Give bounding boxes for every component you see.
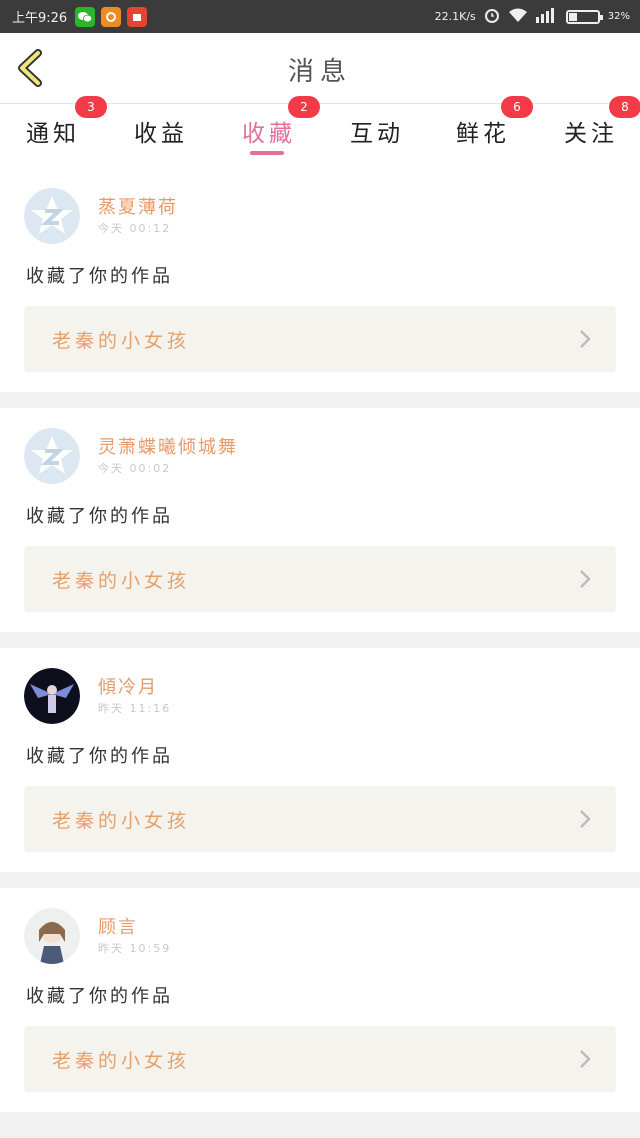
message-time: 今天 00:12 bbox=[98, 222, 172, 235]
username[interactable]: 灵萧蝶曦倾城舞 bbox=[98, 433, 238, 459]
app-icon bbox=[101, 6, 122, 27]
tab-badge: 8 bbox=[609, 96, 640, 118]
work-title: 老秦的小女孩 bbox=[52, 1050, 191, 1072]
tab-badge: 3 bbox=[75, 96, 107, 118]
battery-icon bbox=[565, 9, 603, 24]
tab-notifications[interactable]: 通知 bbox=[26, 114, 80, 148]
username[interactable]: 顾言 bbox=[98, 913, 138, 939]
work-link[interactable]: 老秦的小女孩 bbox=[24, 306, 616, 372]
tab-flowers[interactable]: 鲜花 bbox=[456, 114, 510, 148]
header: 消息 bbox=[0, 33, 640, 104]
work-link[interactable]: 老秦的小女孩 bbox=[24, 786, 616, 852]
tab-earnings[interactable]: 收益 bbox=[134, 114, 188, 148]
battery-percent: 32% bbox=[607, 11, 630, 22]
default-avatar-icon[interactable] bbox=[24, 428, 80, 484]
tab-bar: 通知 3 收益 收藏 2 互动 鲜花 6 关注 8 bbox=[0, 96, 640, 170]
work-title: 老秦的小女孩 bbox=[52, 330, 191, 352]
tab-badge: 2 bbox=[288, 96, 320, 118]
work-link[interactable]: 老秦的小女孩 bbox=[24, 546, 616, 612]
signal-icon bbox=[535, 7, 558, 27]
alarm-icon bbox=[484, 7, 500, 27]
app-icon bbox=[127, 6, 148, 27]
user-avatar[interactable] bbox=[24, 668, 80, 724]
tab-badge: 6 bbox=[501, 96, 533, 118]
chevron-right-icon bbox=[580, 330, 591, 348]
chevron-right-icon bbox=[580, 810, 591, 828]
message-action: 收藏了你的作品 bbox=[26, 746, 173, 767]
message-card[interactable]: 蒸夏薄荷 今天 00:12 收藏了你的作品 老秦的小女孩 bbox=[0, 168, 640, 392]
user-avatar[interactable] bbox=[24, 908, 80, 964]
chevron-right-icon bbox=[580, 570, 591, 588]
message-card[interactable]: 灵萧蝶曦倾城舞 今天 00:02 收藏了你的作品 老秦的小女孩 bbox=[0, 408, 640, 632]
status-time: 上午9:26 bbox=[12, 11, 68, 26]
work-title: 老秦的小女孩 bbox=[52, 570, 191, 592]
work-link[interactable]: 老秦的小女孩 bbox=[24, 1026, 616, 1092]
username[interactable]: 蒸夏薄荷 bbox=[98, 193, 178, 219]
message-time: 昨天 11:16 bbox=[98, 702, 172, 715]
active-tab-indicator bbox=[250, 151, 284, 155]
tab-follows[interactable]: 关注 bbox=[564, 114, 618, 148]
work-title: 老秦的小女孩 bbox=[52, 810, 191, 832]
tab-favorites[interactable]: 收藏 bbox=[242, 114, 296, 148]
page-title: 消息 bbox=[287, 57, 352, 87]
message-action: 收藏了你的作品 bbox=[26, 266, 173, 287]
message-action: 收藏了你的作品 bbox=[26, 506, 173, 527]
username[interactable]: 傾冷月 bbox=[98, 673, 158, 699]
chevron-right-icon bbox=[580, 1050, 591, 1068]
wechat-icon bbox=[75, 6, 96, 27]
default-avatar-icon[interactable] bbox=[24, 188, 80, 244]
message-time: 昨天 10:59 bbox=[98, 942, 172, 955]
wifi-icon bbox=[508, 7, 528, 27]
message-card[interactable]: 顾言 昨天 10:59 收藏了你的作品 老秦的小女孩 bbox=[0, 888, 640, 1112]
message-time: 今天 00:02 bbox=[98, 462, 172, 475]
message-card[interactable]: 傾冷月 昨天 11:16 收藏了你的作品 老秦的小女孩 bbox=[0, 648, 640, 872]
message-action: 收藏了你的作品 bbox=[26, 986, 173, 1007]
network-speed: 22.1K/s bbox=[434, 10, 476, 23]
tab-interactions[interactable]: 互动 bbox=[350, 114, 404, 148]
status-bar: 上午9:26 22.1K/s 32% bbox=[0, 0, 640, 33]
